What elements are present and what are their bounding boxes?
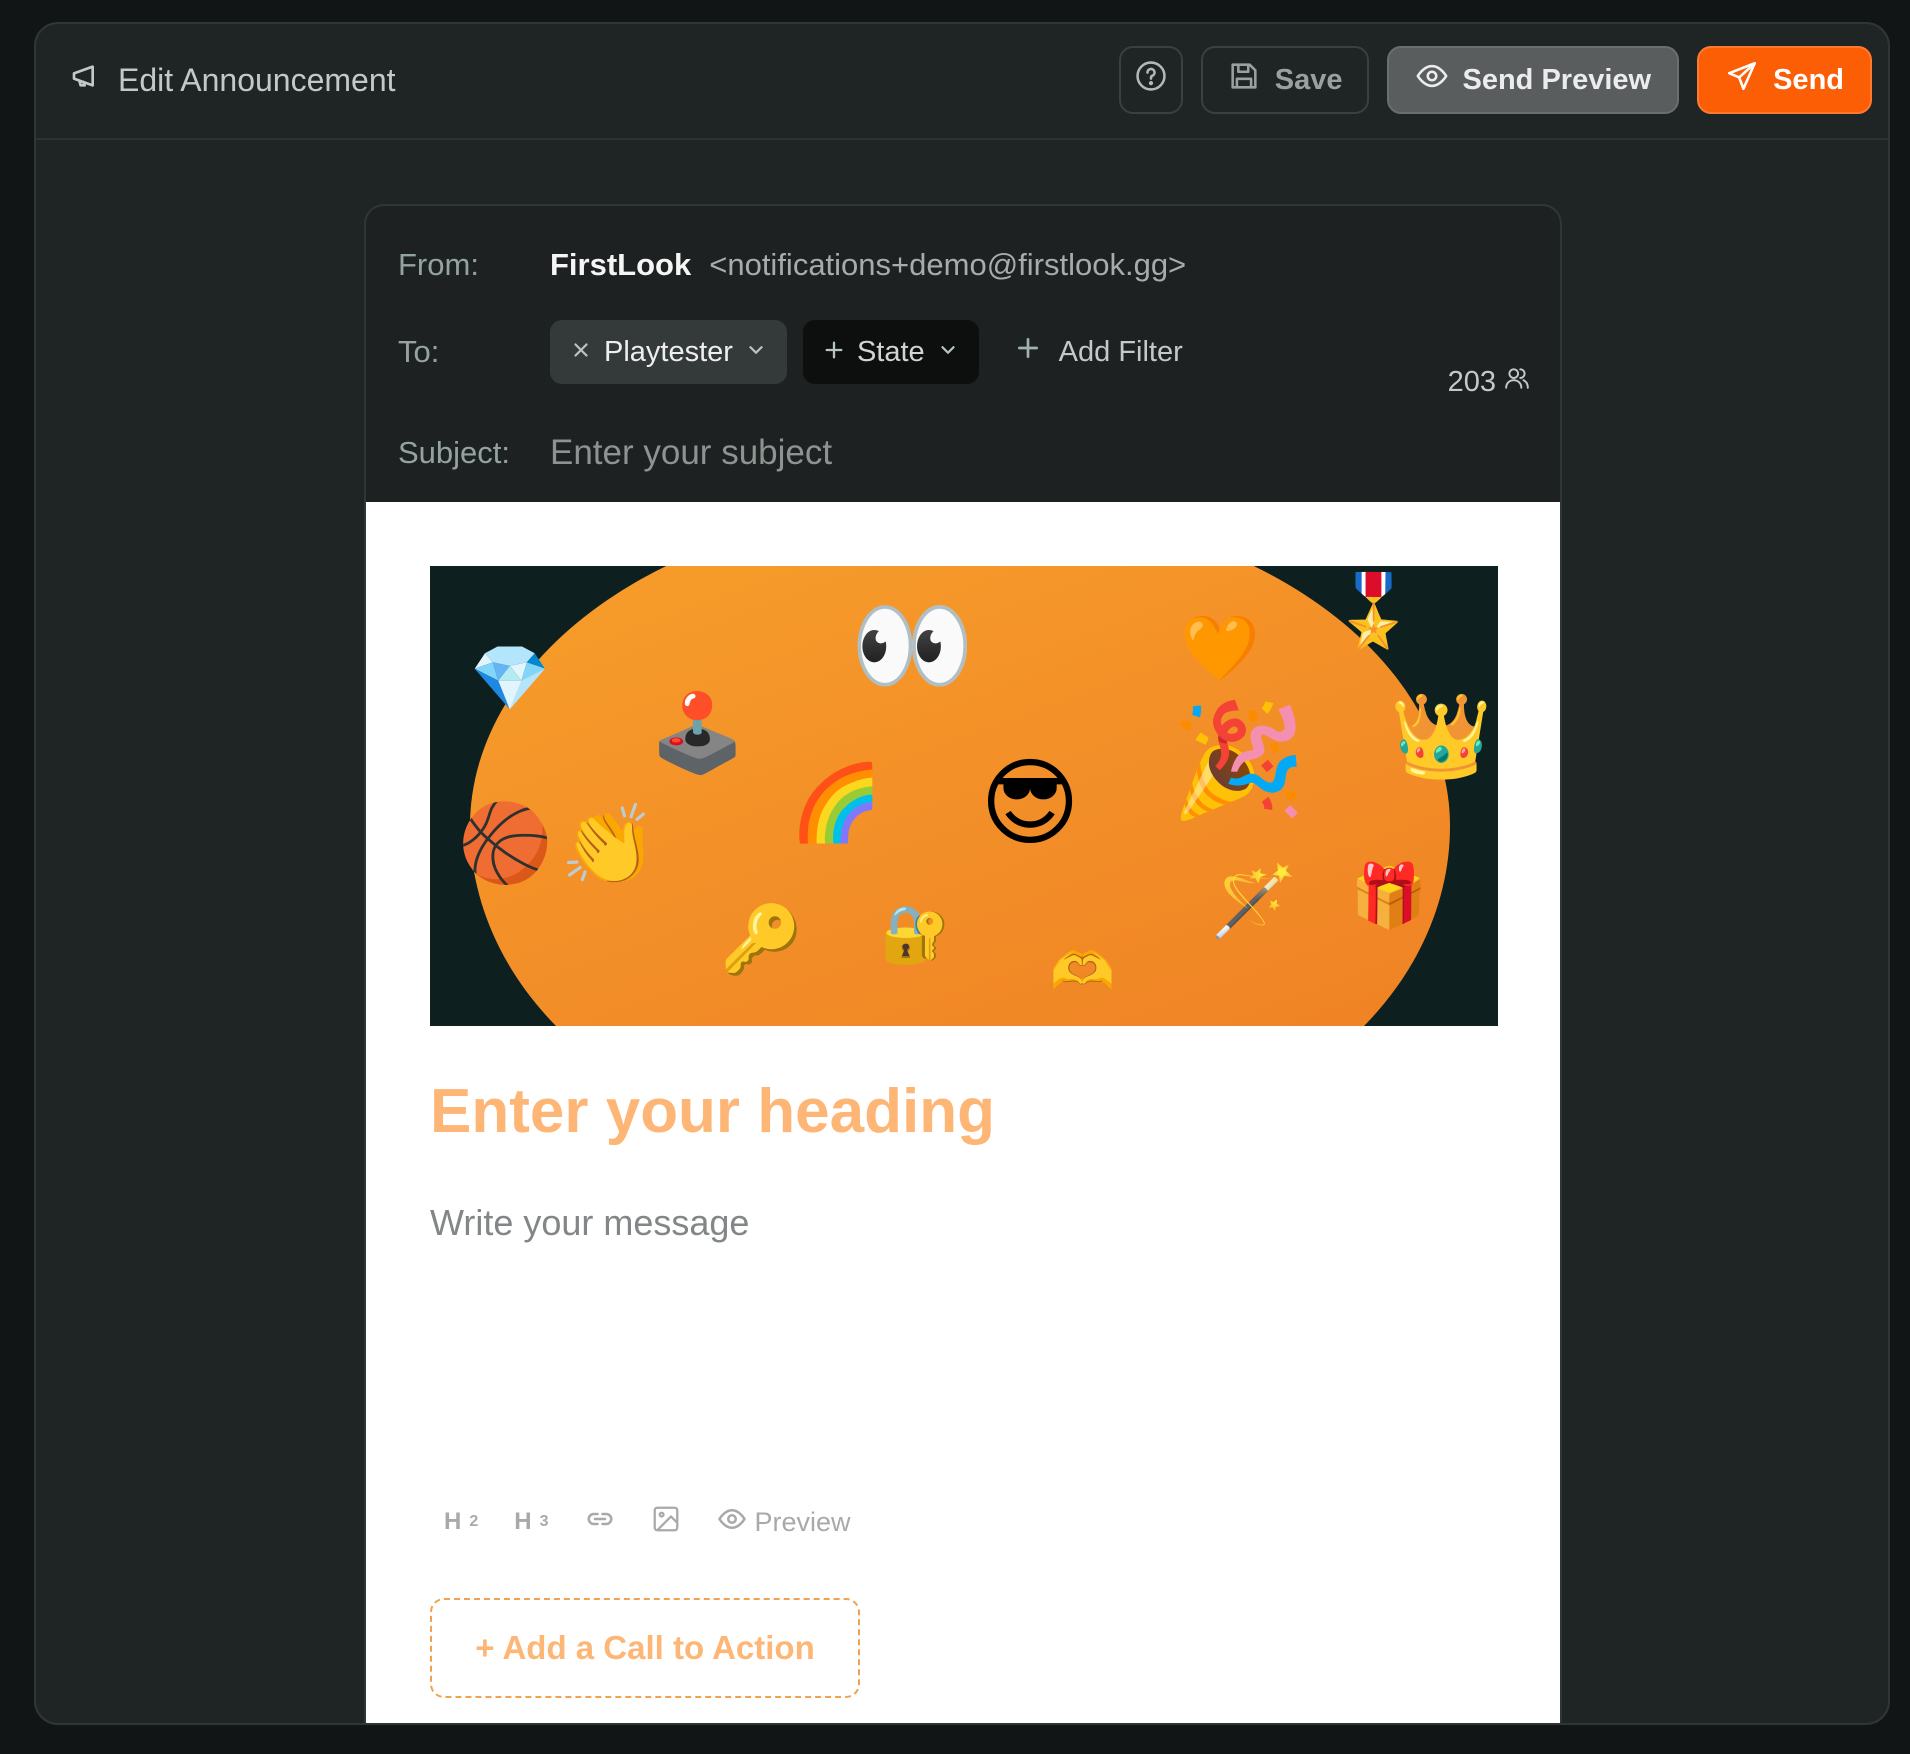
chevron-down-icon [745, 336, 767, 369]
sunglasses-face-emoji-icon: 😎 [980, 750, 1081, 857]
from-name: FirstLook [550, 247, 692, 282]
filter-chip-label: Playtester [604, 335, 733, 368]
announcement-editor-window: Edit Announcement Save Send Preview Send… [34, 22, 1890, 1725]
chevron-down-icon [937, 336, 959, 369]
filter-chip-label: State [856, 335, 925, 368]
recipient-count: 203 [1448, 350, 1530, 414]
subject-row: Subject: Enter your subject [398, 428, 832, 478]
gift-emoji-icon: 🎁 [1350, 862, 1428, 931]
heading-2-button[interactable]: H2 [444, 1502, 478, 1542]
page-title: Edit Announcement [70, 60, 396, 100]
help-circle-icon [1134, 59, 1168, 101]
heading-input[interactable]: Enter your heading [430, 1076, 995, 1147]
heading-3-button[interactable]: H3 [514, 1502, 548, 1542]
email-composer: From: FirstLook <notifications+demo@firs… [364, 204, 1562, 1723]
send-preview-label: Send Preview [1462, 63, 1652, 96]
save-button[interactable]: Save [1200, 46, 1369, 114]
users-icon [1504, 365, 1530, 399]
gem-emoji-icon: 💎 [470, 642, 550, 714]
megaphone-icon [70, 60, 102, 100]
heart-emoji-icon: 🧡 [1180, 612, 1260, 684]
basketball-emoji-icon: 🏀 [458, 801, 553, 886]
header-actions: Save Send Preview Send [1118, 46, 1872, 114]
clapping-hands-emoji-icon: 👏 [560, 801, 658, 889]
plus-icon [1015, 335, 1041, 369]
crown-emoji-icon: 👑 [1390, 691, 1493, 782]
from-address: <notifications+demo@firstlook.gg> [709, 247, 1187, 282]
top-bar: Edit Announcement Save Send Preview Send [36, 24, 1888, 140]
magic-wand-emoji-icon: 🪄 [1210, 862, 1298, 940]
subject-label: Subject: [398, 435, 511, 470]
h2-letter: H [444, 1508, 462, 1535]
add-filter-button[interactable]: Add Filter [995, 335, 1203, 369]
send-button[interactable]: Send [1697, 46, 1872, 114]
subject-input[interactable]: Enter your subject [550, 433, 832, 473]
preview-toggle[interactable]: Preview [717, 1502, 851, 1542]
from-row: From: FirstLook <notifications+demo@firs… [398, 240, 1186, 290]
add-filter-label: Add Filter [1058, 335, 1183, 368]
h2-subscript: 2 [469, 1513, 479, 1530]
h3-subscript: 3 [539, 1513, 549, 1530]
eye-icon [717, 1504, 747, 1541]
help-button[interactable] [1118, 46, 1183, 114]
remove-filter-icon[interactable] [570, 336, 592, 369]
formatting-toolbar: H2 H3 Preview [444, 1502, 851, 1542]
eyes-emoji-icon: 👀 [850, 590, 975, 702]
preview-label: Preview [754, 1506, 851, 1537]
to-row: To: Playtester State Add Filter [398, 320, 1203, 384]
lock-with-key-emoji-icon: 🔐 [880, 902, 950, 965]
key-emoji-icon: 🔑 [720, 902, 803, 976]
floppy-disk-icon [1227, 59, 1261, 101]
rainbow-emoji-icon: 🌈 [790, 761, 883, 844]
banner-image[interactable]: 💎 👀 🕹️ 🌈 😎 🧡 🎉 🎖️ 👑 🏀 👏 🔑 🔐 🫶 🪄 🎁 [430, 566, 1498, 1026]
medal-emoji-icon: 🎖️ [1330, 572, 1418, 650]
add-call-to-action-button[interactable]: + Add a Call to Action [430, 1598, 860, 1698]
email-body: 💎 👀 🕹️ 🌈 😎 🧡 🎉 🎖️ 👑 🏀 👏 🔑 🔐 🫶 🪄 🎁 Enter … [366, 502, 1560, 1723]
recipient-count-value: 203 [1447, 365, 1496, 398]
insert-link-button[interactable] [585, 1502, 615, 1542]
to-label: To: [398, 334, 440, 369]
send-preview-button[interactable]: Send Preview [1386, 46, 1680, 114]
paper-plane-icon [1725, 59, 1759, 101]
plus-icon [823, 336, 845, 369]
send-label: Send [1773, 63, 1844, 96]
from-label: From: [398, 247, 479, 282]
heart-hands-emoji-icon: 🫶 [1050, 943, 1115, 1001]
joystick-emoji-icon: 🕹️ [650, 691, 745, 776]
message-input[interactable]: Write your message [430, 1202, 749, 1244]
eye-icon [1415, 59, 1449, 101]
insert-image-button[interactable] [651, 1502, 681, 1542]
filter-chip-state[interactable]: State [802, 320, 979, 384]
party-popper-emoji-icon: 🎉 [1170, 699, 1307, 822]
filter-chip-playtester[interactable]: Playtester [550, 320, 787, 384]
image-icon [651, 1504, 681, 1541]
page-title-text: Edit Announcement [118, 61, 396, 98]
save-label: Save [1274, 63, 1343, 96]
link-icon [585, 1504, 615, 1541]
h3-letter: H [514, 1508, 532, 1535]
